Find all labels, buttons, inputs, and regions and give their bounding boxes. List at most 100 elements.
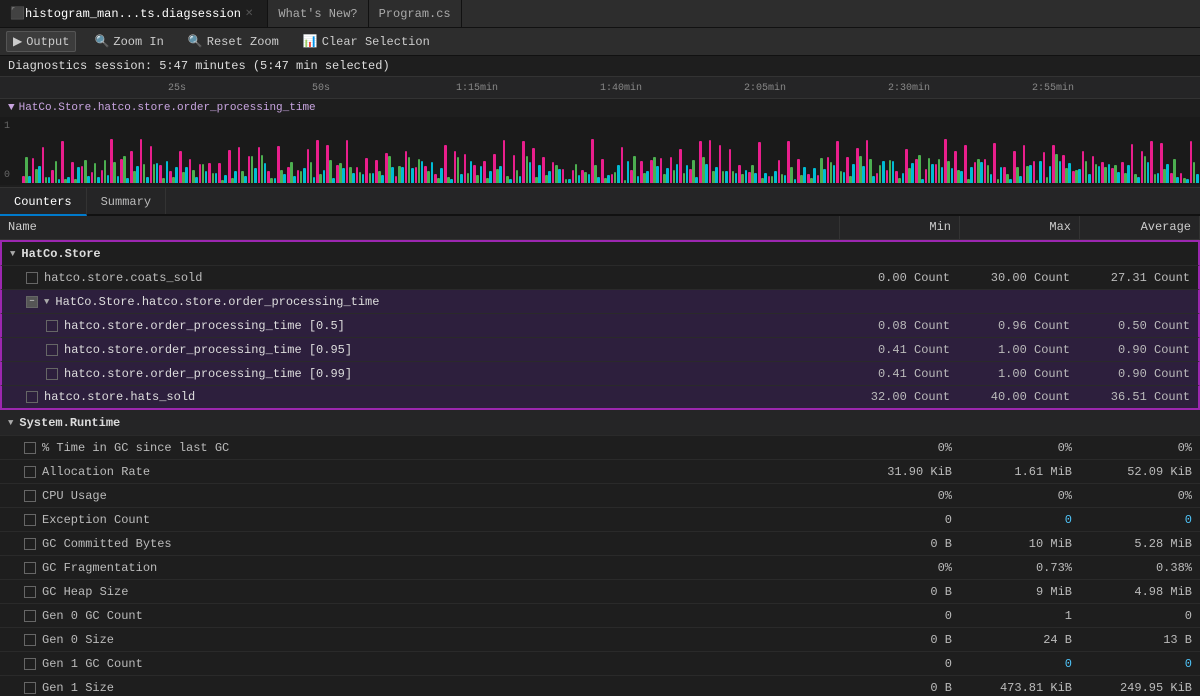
table-body[interactable]: ▼ HatCo.Storehatco.store.coats_sold0.00 … (0, 240, 1200, 695)
table-row[interactable]: GC Heap Size0 B9 MiB4.98 MiB (0, 580, 1200, 604)
cell-name: Gen 0 Size (0, 633, 840, 647)
chart-canvas[interactable]: 1 0 (0, 117, 1200, 185)
bar (993, 143, 996, 183)
table-row[interactable]: CPU Usage0%0%0% (0, 484, 1200, 508)
bar (735, 173, 738, 183)
bar (679, 149, 682, 183)
bar-group (464, 119, 473, 183)
tab-label: Program.cs (379, 7, 451, 21)
row-checkbox[interactable] (24, 610, 36, 622)
cell-avg: 0 (1080, 609, 1200, 623)
bar (391, 167, 394, 183)
tab-diagsession[interactable]: ⬛ histogram_man...ts.diagsession ✕ (0, 0, 268, 27)
bar (38, 166, 41, 183)
bar-group (836, 119, 845, 183)
row-checkbox[interactable] (46, 344, 58, 356)
table-row[interactable]: Exception Count000 (0, 508, 1200, 532)
table-row[interactable]: GC Committed Bytes0 B10 MiB5.28 MiB (0, 532, 1200, 556)
bar (588, 174, 591, 183)
row-checkbox[interactable] (24, 658, 36, 670)
cell-name: Gen 1 Size (0, 681, 840, 695)
row-name-text: GC Fragmentation (42, 561, 157, 575)
tab-whatsnew[interactable]: What's New? (268, 0, 368, 27)
cell-name: hatco.store.hats_sold (2, 390, 838, 404)
row-checkbox[interactable] (24, 490, 36, 502)
row-checkbox[interactable] (26, 391, 38, 403)
bar (889, 160, 892, 183)
output-button[interactable]: ▶ Output (6, 31, 76, 52)
bar (42, 147, 45, 183)
cell-max: 1.61 MiB (960, 465, 1080, 479)
tab-programcs[interactable]: Program.cs (369, 0, 462, 27)
bar-group (542, 119, 551, 183)
group-header[interactable]: ▼ System.Runtime (0, 410, 1200, 436)
table-row[interactable]: Gen 0 GC Count010 (0, 604, 1200, 628)
table-row[interactable]: Gen 0 Size0 B24 B13 B (0, 628, 1200, 652)
row-checkbox[interactable] (24, 514, 36, 526)
bar (925, 169, 928, 183)
row-checkbox[interactable] (46, 320, 58, 332)
bar (480, 166, 483, 183)
zoom-in-button[interactable]: 🔍 Zoom In (88, 32, 169, 51)
bar-group (91, 119, 100, 183)
bar-group (120, 119, 129, 183)
bar (1147, 162, 1150, 183)
bar-group (483, 119, 492, 183)
bar (307, 149, 310, 183)
table-row[interactable]: hatco.store.order_processing_time [0.99]… (0, 362, 1200, 386)
bar (258, 147, 261, 183)
table-row[interactable]: Gen 1 GC Count000 (0, 652, 1200, 676)
tick-50s: 50s (312, 83, 330, 94)
bar-group (778, 119, 787, 183)
bar (1137, 177, 1140, 183)
output-label: Output (26, 35, 69, 49)
cell-min: 0% (840, 561, 960, 575)
row-checkbox[interactable] (24, 562, 36, 574)
row-checkbox[interactable]: – (26, 296, 38, 308)
row-checkbox[interactable] (24, 586, 36, 598)
cell-min: 0 (840, 513, 960, 527)
clear-selection-icon: 📊 (303, 34, 318, 49)
bar (1117, 172, 1120, 183)
bar (297, 170, 300, 183)
cell-min: 0 B (840, 585, 960, 599)
bar (362, 174, 365, 183)
cell-max: 1 (960, 609, 1080, 623)
row-checkbox[interactable] (24, 682, 36, 694)
row-checkbox[interactable] (26, 272, 38, 284)
bar (150, 146, 153, 183)
reset-zoom-button[interactable]: 🔍 Reset Zoom (182, 32, 285, 51)
bar (48, 177, 51, 183)
bar (902, 173, 905, 183)
tab-counters[interactable]: Counters (0, 188, 87, 216)
bar (617, 165, 620, 183)
bar-group (267, 119, 276, 183)
table-row[interactable]: GC Fragmentation0%0.73%0.38% (0, 556, 1200, 580)
bar (401, 167, 404, 183)
tab-summary[interactable]: Summary (87, 188, 166, 214)
bar (938, 159, 941, 183)
group-header[interactable]: ▼ HatCo.Store (0, 240, 1200, 266)
row-checkbox[interactable] (24, 466, 36, 478)
row-checkbox[interactable] (24, 634, 36, 646)
table-row[interactable]: Allocation Rate31.90 KiB1.61 MiB52.09 Ki… (0, 460, 1200, 484)
row-checkbox[interactable] (24, 442, 36, 454)
bar (1092, 156, 1095, 183)
cell-avg: 0% (1080, 441, 1200, 455)
cell-name: –▼HatCo.Store.hatco.store.order_processi… (2, 295, 838, 309)
table-row[interactable]: –▼HatCo.Store.hatco.store.order_processi… (0, 290, 1200, 314)
row-checkbox[interactable] (24, 538, 36, 550)
row-checkbox[interactable] (46, 368, 58, 380)
cell-min: 0.41 Count (838, 367, 958, 381)
bar (745, 170, 748, 183)
table-row[interactable]: hatco.store.order_processing_time [0.5]0… (0, 314, 1200, 338)
table-row[interactable]: % Time in GC since last GC0%0%0% (0, 436, 1200, 460)
table-row[interactable]: hatco.store.order_processing_time [0.95]… (0, 338, 1200, 362)
clear-selection-button[interactable]: 📊 Clear Selection (297, 32, 436, 51)
table-row[interactable]: hatco.store.hats_sold32.00 Count40.00 Co… (0, 386, 1200, 410)
table-row[interactable]: Gen 1 Size0 B473.81 KiB249.95 KiB (0, 676, 1200, 695)
row-name-text: Gen 0 GC Count (42, 609, 143, 623)
table-row[interactable]: hatco.store.coats_sold0.00 Count30.00 Co… (0, 266, 1200, 290)
bar (732, 171, 735, 183)
bar-group (1141, 119, 1150, 183)
